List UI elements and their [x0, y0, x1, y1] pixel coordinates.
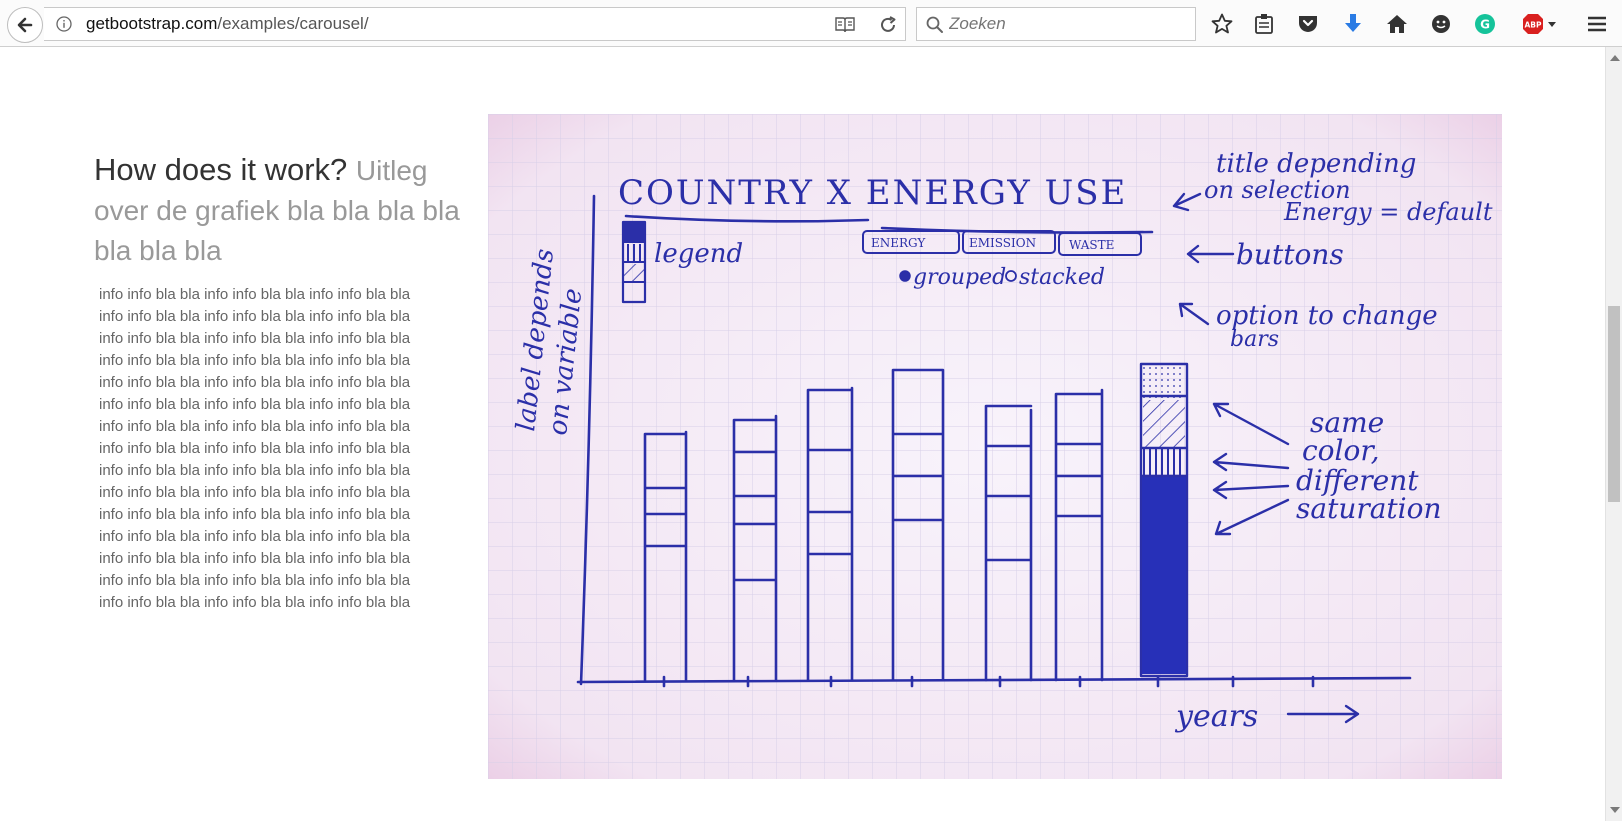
address-bar[interactable]: getbootstrap.com/examples/carousel/ — [44, 7, 906, 41]
scrollbar-thumb[interactable] — [1608, 306, 1620, 502]
sketch-x-label: years — [1174, 699, 1258, 734]
search-bar[interactable] — [916, 7, 1196, 41]
sketch-legend-label: legend — [654, 239, 743, 269]
back-button[interactable] — [7, 7, 43, 43]
reading-list-icon[interactable] — [1251, 11, 1277, 37]
scroll-down-arrow-icon[interactable] — [1610, 807, 1620, 813]
body-paragraph: info info bla bla info info bla bla info… — [99, 286, 411, 611]
sketch-note-title-1: title depending — [1216, 149, 1416, 179]
info-icon[interactable] — [56, 16, 72, 32]
sketch-note-option-2: bars — [1230, 327, 1279, 352]
download-icon[interactable] — [1340, 11, 1366, 37]
grammarly-icon[interactable]: G — [1472, 11, 1498, 37]
url-text[interactable]: getbootstrap.com/examples/carousel/ — [86, 14, 369, 34]
sketch-title: COUNTRY X ENERGY USE — [618, 173, 1127, 213]
home-icon[interactable] — [1384, 11, 1410, 37]
hello-chat-icon[interactable] — [1428, 11, 1454, 37]
svg-text:ABP: ABP — [1524, 21, 1542, 30]
sketch-button-emission: EMISSION — [969, 236, 1036, 250]
reload-icon[interactable] — [877, 14, 899, 36]
sketch-note-color-2: color, — [1302, 434, 1380, 467]
sketch-note-buttons: buttons — [1236, 238, 1344, 271]
sketch-image: COUNTRY X ENERGY USE legend ENERGY EMISS… — [488, 114, 1502, 779]
sketch-radio-grouped: grouped — [913, 265, 1006, 290]
adblock-plus-icon[interactable]: ABP — [1521, 11, 1559, 37]
url-path: /examples/carousel/ — [217, 14, 369, 33]
svg-text:G: G — [1480, 18, 1490, 32]
pocket-icon[interactable] — [1295, 11, 1321, 37]
page-scrollbar[interactable] — [1605, 47, 1622, 821]
search-icon — [926, 16, 943, 33]
bookmark-star-icon[interactable] — [1209, 11, 1235, 37]
sketch-note-color-4: saturation — [1296, 492, 1442, 525]
back-arrow-icon — [17, 17, 33, 33]
scroll-up-arrow-icon[interactable] — [1610, 55, 1620, 61]
search-input[interactable] — [949, 13, 1179, 35]
section-heading: How does it work? Uitleg over de grafiek… — [94, 150, 464, 270]
heading-main: How does it work? — [94, 152, 348, 187]
menu-hamburger-icon[interactable] — [1584, 11, 1610, 37]
url-domain: getbootstrap.com — [86, 14, 218, 33]
sketch-button-energy: ENERGY — [871, 236, 926, 250]
browser-toolbar: getbootstrap.com/examples/carousel/ G — [0, 0, 1622, 47]
sketch-button-waste: WASTE — [1069, 238, 1114, 252]
reader-view-icon[interactable] — [834, 15, 856, 35]
sketch-note-title-3: Energy = default — [1283, 198, 1493, 226]
sketch-radio-stacked: stacked — [1019, 265, 1105, 290]
